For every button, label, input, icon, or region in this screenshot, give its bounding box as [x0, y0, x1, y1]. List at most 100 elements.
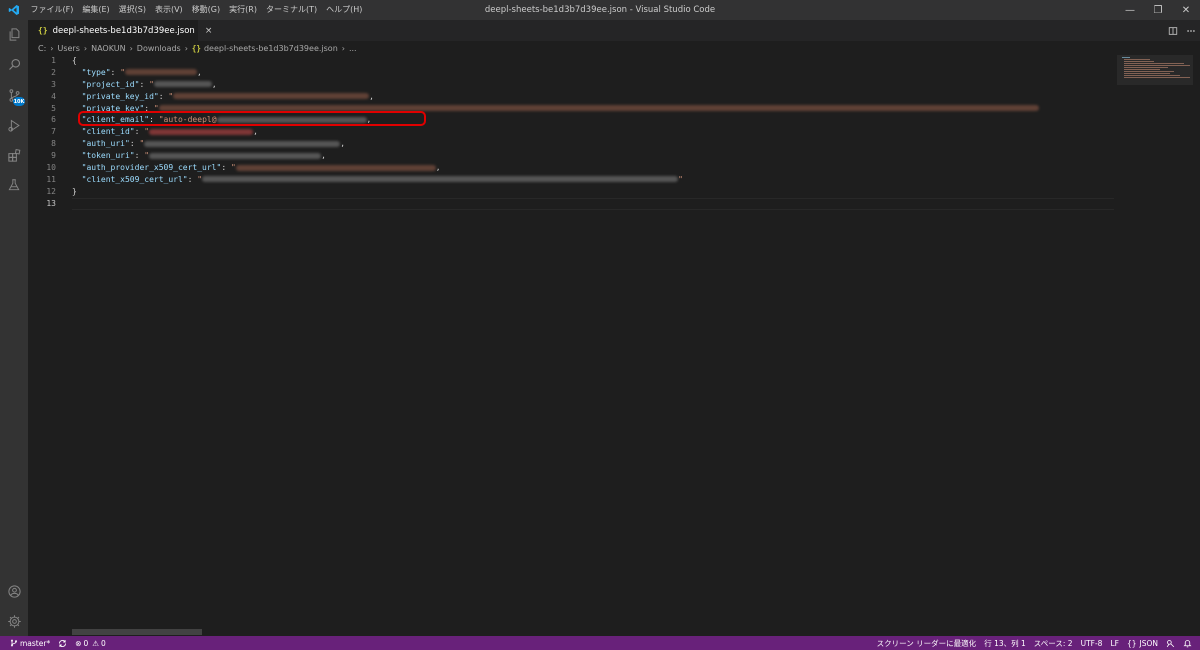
feedback-icon[interactable] [1162, 639, 1179, 648]
line-number: 9 [51, 151, 56, 161]
client-email-highlight [78, 111, 426, 126]
code-line: "private_key_id": ", [72, 91, 1114, 103]
source-control-icon[interactable]: 10K [0, 81, 28, 109]
testing-icon[interactable] [0, 171, 28, 199]
breadcrumb-users[interactable]: Users [57, 44, 79, 53]
breadcrumb-downloads[interactable]: Downloads [137, 44, 181, 53]
json-key: "private_key_id" [81, 91, 159, 101]
files-icon[interactable] [0, 20, 28, 48]
indentation[interactable]: スペース: 2 [1030, 638, 1077, 649]
json-colon: : [158, 91, 169, 101]
settings-gear-icon[interactable] [0, 607, 28, 635]
brace-close: } [72, 186, 77, 196]
redacted-value [235, 164, 436, 171]
menu-view[interactable]: 表示(V) [150, 0, 187, 20]
editor[interactable]: 1 2 3 4 5 6 7 8 9 10 11 12 13 { "type": … [28, 55, 1200, 636]
menu-bar: ファイル(F) 編集(E) 選択(S) 表示(V) 移動(G) 実行(R) ター… [26, 0, 367, 20]
git-branch-icon [10, 639, 18, 647]
chevron-right-icon: › [83, 43, 88, 53]
restore-button[interactable]: ❐ [1144, 0, 1172, 20]
editor-actions [1164, 20, 1200, 41]
close-window-button[interactable]: ✕ [1172, 0, 1200, 20]
json-comma: , [253, 127, 258, 137]
breadcrumb-drive[interactable]: C: [38, 44, 46, 53]
encoding[interactable]: UTF-8 [1077, 639, 1107, 648]
menu-terminal[interactable]: ターミナル(T) [261, 0, 321, 20]
redacted-value [173, 93, 370, 100]
current-code-line [72, 197, 1114, 210]
warning-count: 0 [101, 638, 106, 648]
code-line: "project_id": ", [72, 79, 1114, 91]
extensions-icon[interactable] [0, 141, 28, 169]
screen-reader-mode[interactable]: スクリーン リーダーに最適化 [873, 638, 981, 649]
chevron-right-icon: › [341, 43, 345, 53]
redacted-value [202, 176, 679, 183]
json-key: "client_x509_cert_url" [81, 174, 188, 184]
json-comma: , [369, 91, 374, 101]
branch-name: master* [20, 638, 51, 648]
json-comma: , [435, 163, 441, 173]
vertical-scrollbar[interactable] [1193, 55, 1200, 636]
tab-deepl-sheets-json[interactable]: {} deepl-sheets-be1d3b7d39ee.json × [28, 20, 212, 41]
menu-file[interactable]: ファイル(F) [26, 0, 78, 20]
window-controls: — ❐ ✕ [1116, 0, 1200, 20]
redacted-value [153, 81, 212, 88]
json-key: "auth_uri" [81, 139, 130, 149]
run-debug-icon[interactable] [0, 111, 28, 139]
account-icon[interactable] [0, 577, 28, 605]
line-number: 3 [51, 79, 56, 89]
code-line: { [72, 55, 1114, 67]
tab-label: deepl-sheets-be1d3b7d39ee.json [52, 25, 195, 36]
json-comma: , [321, 151, 326, 161]
menu-selection[interactable]: 選択(S) [114, 0, 150, 20]
language-mode[interactable]: {} JSON [1123, 639, 1162, 648]
breadcrumb: C: › Users › NAOKUN › Downloads › {} dee… [28, 41, 1200, 55]
minimap[interactable] [1117, 55, 1193, 636]
json-key: "client_id" [81, 127, 135, 137]
code-line: "auth_provider_x509_cert_url": ", [72, 162, 1114, 174]
vscode-logo-icon[interactable] [4, 0, 24, 20]
json-colon: : [187, 174, 198, 184]
breadcrumb-file[interactable]: deepl-sheets-be1d3b7d39ee.json [204, 44, 338, 53]
minimize-button[interactable]: — [1116, 0, 1144, 20]
json-file-icon: {} [38, 26, 48, 35]
menu-edit[interactable]: 編集(E) [78, 0, 114, 20]
json-quote: " [678, 174, 683, 184]
horizontal-scrollbar-thumb[interactable] [72, 629, 202, 635]
menu-help[interactable]: ヘルプ(H) [322, 0, 367, 20]
brace-open: { [72, 56, 77, 65]
json-key: "project_id" [81, 79, 140, 89]
notifications-bell-icon[interactable] [1179, 639, 1196, 648]
breadcrumb-symbols[interactable]: ... [349, 44, 357, 53]
cursor-position[interactable]: 行 13、列 1 [980, 638, 1030, 649]
error-count: 0 [83, 638, 89, 648]
line-number: 1 [51, 56, 56, 65]
more-actions-icon[interactable] [1182, 22, 1200, 40]
json-colon: : [110, 67, 121, 77]
end-of-line[interactable]: LF [1106, 639, 1123, 648]
line-number-gutter: 1 2 3 4 5 6 7 8 9 10 11 12 13 [28, 55, 56, 210]
code-line: "auth_uri": ", [72, 138, 1114, 150]
tab-close-button[interactable]: × [205, 26, 213, 36]
split-editor-icon[interactable] [1164, 22, 1182, 40]
problems-status[interactable]: ⊗ 0 ⚠ 0 [71, 639, 110, 648]
menu-go[interactable]: 移動(G) [187, 0, 224, 20]
sync-icon [59, 639, 67, 647]
code-line: "client_x509_cert_url": " " [72, 174, 1114, 186]
json-key: "auth_provider_x509_cert_url" [81, 163, 222, 173]
branch-status[interactable]: master* [6, 639, 54, 648]
json-colon: : [129, 139, 140, 149]
json-colon: : [221, 163, 231, 173]
breadcrumb-naokun[interactable]: NAOKUN [91, 44, 125, 53]
tab-bar: {} deepl-sheets-be1d3b7d39ee.json × [28, 20, 1200, 41]
json-colon: : [134, 151, 145, 161]
redacted-value [144, 140, 341, 147]
line-number: 2 [51, 67, 56, 77]
code-area[interactable]: { "type": ", "project_id": ", "private_k… [72, 55, 1114, 210]
redacted-value [149, 128, 254, 135]
sync-button[interactable] [54, 639, 71, 648]
minimap-line [1124, 77, 1190, 79]
search-icon[interactable] [0, 50, 28, 78]
menu-run[interactable]: 実行(R) [225, 0, 262, 20]
json-colon: : [139, 79, 150, 89]
